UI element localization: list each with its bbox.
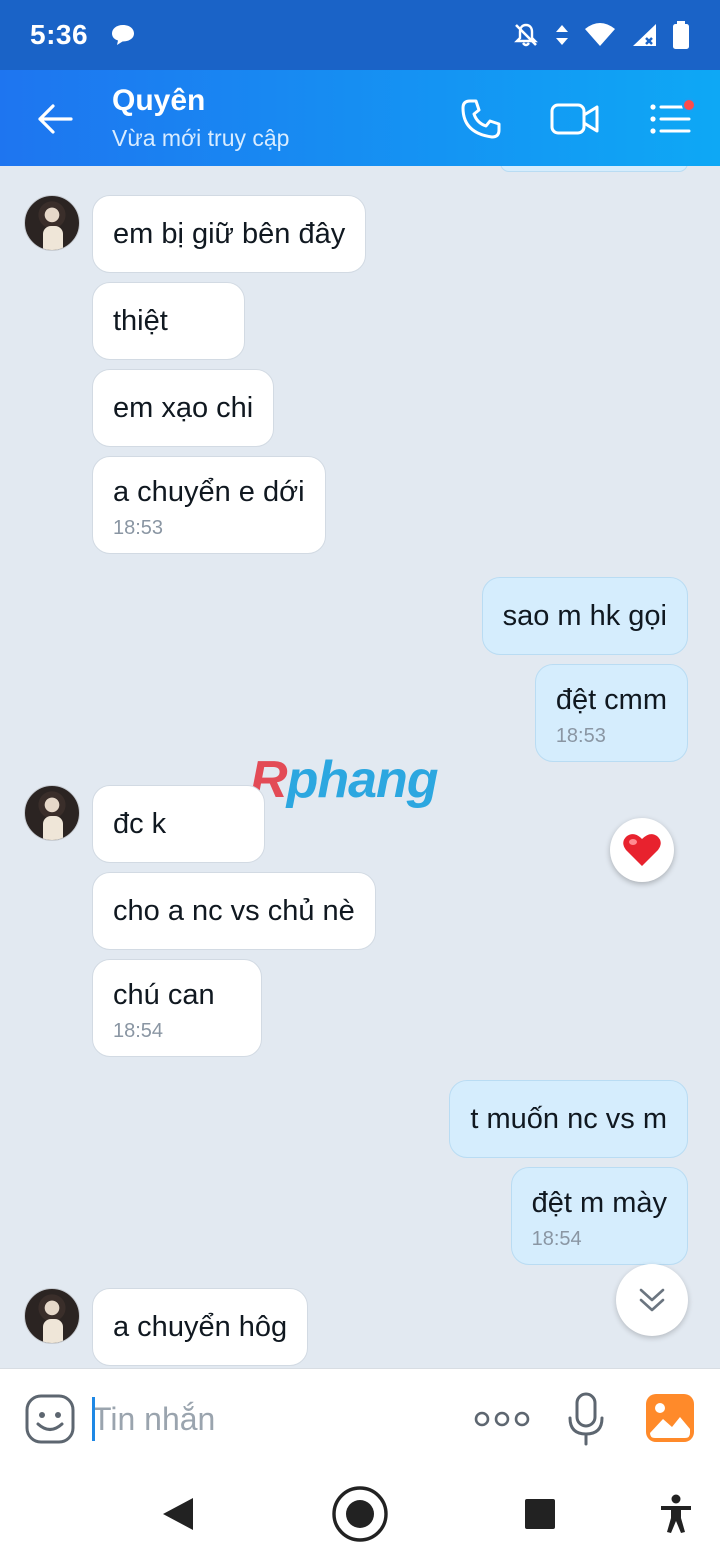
message-text: t muốn nc vs m <box>470 1103 667 1135</box>
triangle-back-icon <box>163 1498 193 1530</box>
home-circle-icon <box>332 1486 388 1542</box>
back-button[interactable] <box>30 94 80 144</box>
message-text: đệt cmm <box>555 684 667 716</box>
signal-icon <box>633 24 656 46</box>
nav-back-button[interactable] <box>146 1482 210 1546</box>
watermark-logo: Rphang <box>250 750 439 810</box>
nav-accessibility-button[interactable] <box>644 1482 708 1546</box>
square-recents-icon <box>525 1499 555 1529</box>
contact-avatar[interactable] <box>24 1288 80 1344</box>
chat-header: Quyên Vừa mới truy cập <box>0 70 720 166</box>
image-gallery-icon[interactable] <box>645 1393 695 1443</box>
message-bubble-partial <box>500 166 688 172</box>
message-text: cho a nc vs chủ nè <box>113 895 355 927</box>
message-time: 18:54 <box>531 1228 582 1250</box>
status-icons <box>512 20 690 50</box>
contact-avatar[interactable] <box>24 785 80 841</box>
video-call-button[interactable] <box>548 92 602 146</box>
message-text: em xạo chi <box>113 392 254 424</box>
wifi-icon <box>585 23 615 46</box>
nav-home-button[interactable] <box>328 1482 392 1546</box>
video-camera-icon <box>550 103 599 135</box>
sticker-emoji-icon[interactable] <box>24 1393 76 1445</box>
message-text: em bị giữ bên đây <box>113 218 346 250</box>
composer-bar <box>0 1368 720 1468</box>
message-text: chú can <box>113 979 215 1011</box>
message-bubble[interactable]: em xạo chi <box>92 369 275 447</box>
heart-icon <box>623 834 661 866</box>
reaction-button[interactable] <box>610 818 674 882</box>
contact-status: Vừa mới truy cập <box>112 125 290 151</box>
contact-name[interactable]: Quyên <box>112 84 205 118</box>
chevron-double-down-icon <box>639 1288 665 1312</box>
watermark-text-part2: phang <box>286 751 439 809</box>
system-navigation-bar <box>0 1468 720 1560</box>
status-bar: 5:36 <box>0 0 720 70</box>
message-bubble[interactable]: thiệt <box>92 282 245 360</box>
message-bubble[interactable]: đc k <box>92 785 266 863</box>
message-bubble[interactable]: em bị giữ bên đây <box>92 195 367 273</box>
message-input[interactable] <box>92 1391 432 1447</box>
text-caret <box>92 1397 95 1441</box>
scroll-to-bottom-button[interactable] <box>616 1264 688 1336</box>
voice-call-button[interactable] <box>454 92 508 146</box>
message-bubble[interactable]: a chuyển e dới 18:53 <box>92 456 326 554</box>
message-text: thiệt <box>113 305 168 337</box>
message-bubble[interactable]: cho a nc vs chủ nè <box>92 872 376 950</box>
accessibility-icon <box>661 1494 691 1533</box>
message-text: đc k <box>113 808 167 840</box>
message-list[interactable]: em bị giữ bên đây thiệt em xạo chi a chu… <box>0 166 720 1368</box>
more-options-button[interactable] <box>474 1399 530 1439</box>
status-time: 5:36 <box>30 19 89 50</box>
message-bubble[interactable]: t muốn nc vs m <box>449 1080 688 1158</box>
message-text: a chuyển hôg <box>113 1311 288 1343</box>
message-time: 18:53 <box>555 725 606 747</box>
phone-icon <box>461 99 501 139</box>
message-bubble[interactable]: a chuyển hôg <box>92 1288 309 1366</box>
message-bubble[interactable]: sao m hk gọi <box>481 577 688 655</box>
message-text: đệt m mày <box>531 1187 667 1219</box>
message-text: a chuyển e dới <box>113 476 305 508</box>
message-bubble[interactable]: chú can 18:54 <box>92 959 262 1057</box>
nav-recents-button[interactable] <box>508 1482 572 1546</box>
chat-notification-icon <box>112 25 135 45</box>
message-bubble[interactable]: đệt cmm 18:53 <box>534 664 688 762</box>
message-bubble[interactable]: đệt m mày 18:54 <box>510 1167 688 1265</box>
notification-dot <box>682 98 696 112</box>
battery-icon <box>673 21 689 49</box>
chat-options-button[interactable] <box>644 92 698 146</box>
silent-icon <box>514 23 538 47</box>
microphone-icon[interactable] <box>566 1391 606 1447</box>
contact-avatar[interactable] <box>24 195 80 251</box>
message-text: sao m hk gọi <box>502 600 667 632</box>
arrow-left-icon <box>38 104 73 134</box>
message-time: 18:54 <box>113 1020 164 1042</box>
data-transfer-icon <box>556 25 568 45</box>
more-horizontal-icon <box>474 1411 530 1427</box>
message-time: 18:53 <box>113 517 164 539</box>
